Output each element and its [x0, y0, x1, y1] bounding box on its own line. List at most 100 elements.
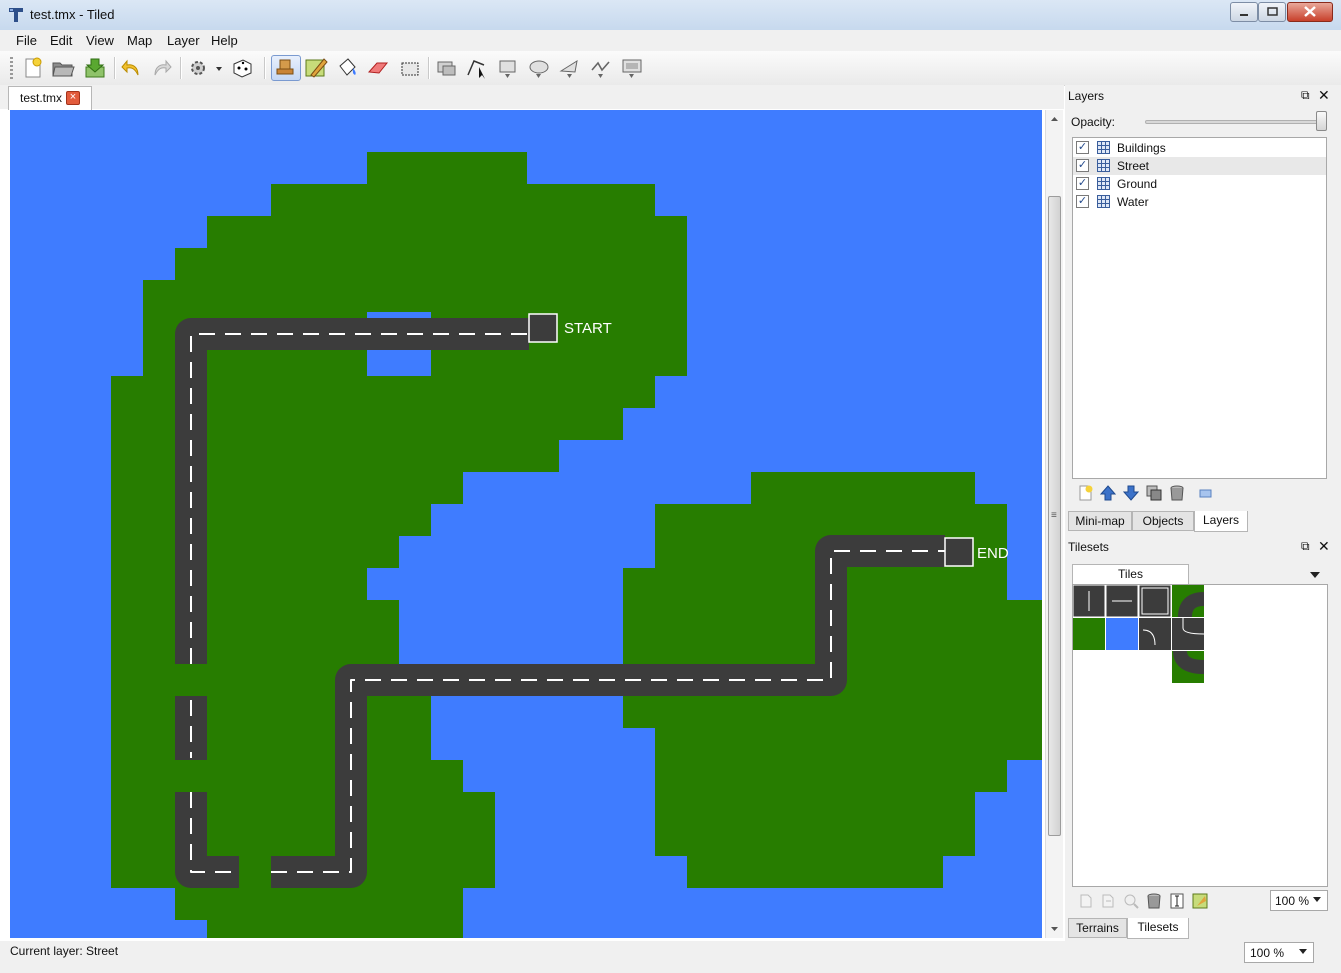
tab-objects[interactable]: Objects: [1132, 511, 1194, 531]
layer-list: ✓ Buildings ✓ Street ✓ Ground ✓ Water: [1072, 137, 1327, 479]
tile-layer-icon: [1097, 159, 1110, 172]
document-tab[interactable]: test.tmx ×: [8, 86, 92, 110]
toggle-other-layers-icon[interactable]: [1197, 484, 1215, 502]
edit-tileset-text-icon[interactable]: [1168, 892, 1186, 910]
rectangle-select-icon[interactable]: [397, 55, 423, 81]
tilesets-panel-title: Tilesets: [1068, 540, 1109, 554]
maximize-button[interactable]: [1258, 2, 1286, 22]
tab-tilesets[interactable]: Tilesets: [1127, 918, 1189, 939]
duplicate-layer-icon[interactable]: [1145, 484, 1163, 502]
map-canvas[interactable]: START END: [10, 110, 1042, 938]
tiled-app-icon: [8, 7, 24, 23]
map-zoom-value: 100 %: [1250, 946, 1285, 960]
splitter-handle[interactable]: ≡: [1051, 510, 1059, 521]
layer-name: Ground: [1117, 177, 1158, 191]
visibility-checkbox[interactable]: ✓: [1076, 195, 1089, 208]
tileset-zoom-value: 100 %: [1275, 894, 1310, 908]
layer-name: Street: [1117, 159, 1150, 173]
menu-edit[interactable]: Edit: [50, 33, 72, 48]
tileset-image-icon[interactable]: [1191, 892, 1209, 910]
visibility-checkbox[interactable]: ✓: [1076, 177, 1089, 190]
close-tab-icon[interactable]: ×: [66, 91, 80, 105]
menu-file[interactable]: File: [16, 33, 37, 48]
window-title: test.tmx - Tiled: [30, 7, 115, 22]
tileset-properties-icon[interactable]: [1122, 892, 1140, 910]
document-tab-label: test.tmx: [20, 91, 63, 105]
new-tileset-icon[interactable]: [1077, 892, 1095, 910]
undo-icon[interactable]: [119, 55, 145, 81]
bucket-fill-icon[interactable]: [334, 55, 360, 81]
document-tab-bar: [0, 85, 1064, 109]
close-panel-icon[interactable]: ✕: [1318, 87, 1330, 104]
start-label: START: [564, 320, 612, 337]
open-folder-icon[interactable]: [50, 55, 76, 81]
start-marker: [528, 313, 558, 343]
map-zoom-select[interactable]: 100 %: [1244, 942, 1314, 963]
float-panel-icon[interactable]: ⧉: [1301, 88, 1310, 103]
import-tileset-icon[interactable]: [1099, 892, 1117, 910]
minimize-button[interactable]: [1230, 2, 1258, 22]
tile-layer-icon: [1097, 195, 1110, 208]
visibility-checkbox[interactable]: ✓: [1076, 141, 1089, 154]
add-layer-icon[interactable]: [1077, 484, 1095, 502]
chevron-down-icon: [1299, 949, 1307, 954]
insert-polygon-icon[interactable]: [557, 55, 583, 81]
redo-icon[interactable]: [148, 55, 174, 81]
edit-polygons-icon[interactable]: [464, 55, 490, 81]
insert-rectangle-icon[interactable]: [495, 55, 521, 81]
menu-bar: File Edit View Map Layer Help: [0, 30, 1341, 51]
lower-layer-icon[interactable]: [1122, 484, 1140, 502]
insert-polyline-icon[interactable]: [588, 55, 614, 81]
map-vertical-scrollbar[interactable]: [1045, 110, 1063, 938]
remove-tileset-icon[interactable]: [1145, 892, 1163, 910]
toolbar-grip[interactable]: [10, 57, 13, 79]
end-label: END: [977, 545, 1009, 562]
opacity-label: Opacity:: [1071, 115, 1116, 129]
close-panel-icon[interactable]: ✕: [1318, 538, 1330, 555]
float-panel-icon[interactable]: ⧉: [1301, 539, 1310, 554]
opacity-slider-track[interactable]: [1145, 120, 1327, 124]
menu-view[interactable]: View: [86, 33, 114, 48]
menu-help[interactable]: Help: [211, 33, 238, 48]
layer-row-buildings[interactable]: ✓ Buildings: [1073, 139, 1326, 157]
map-view: START END: [111, 152, 1042, 938]
layer-name: Buildings: [1117, 141, 1166, 155]
new-map-icon[interactable]: [20, 55, 46, 81]
insert-ellipse-icon[interactable]: [526, 55, 552, 81]
current-layer-status: Current layer: Street: [10, 944, 119, 958]
tile-layer-icon: [1097, 141, 1110, 154]
layer-name: Water: [1117, 195, 1149, 209]
tile-layer-icon: [1097, 177, 1110, 190]
dice-icon[interactable]: [229, 55, 255, 81]
terrain-brush-icon[interactable]: [303, 55, 329, 81]
layer-row-water[interactable]: ✓ Water: [1073, 193, 1326, 211]
tab-layers[interactable]: Layers: [1194, 511, 1248, 532]
insert-tile-icon[interactable]: [619, 55, 645, 81]
tileset-grid[interactable]: [1073, 585, 1213, 685]
menu-map[interactable]: Map: [127, 33, 152, 48]
visibility-checkbox[interactable]: ✓: [1076, 159, 1089, 172]
tileset-tab-tiles[interactable]: Tiles: [1072, 564, 1189, 584]
eraser-icon[interactable]: [365, 55, 391, 81]
title-bar: [0, 0, 1341, 31]
raise-layer-icon[interactable]: [1099, 484, 1117, 502]
stamp-brush-icon[interactable]: [271, 55, 301, 81]
chevron-down-icon: [1313, 897, 1321, 902]
save-icon[interactable]: [82, 55, 108, 81]
chevron-down-icon[interactable]: [213, 55, 225, 81]
tileset-view[interactable]: [1072, 584, 1328, 887]
tileset-menu-chevron-icon[interactable]: [1308, 569, 1322, 579]
layer-row-ground[interactable]: ✓ Ground: [1073, 175, 1326, 193]
menu-layer[interactable]: Layer: [167, 33, 200, 48]
delete-layer-icon[interactable]: [1168, 484, 1186, 502]
end-marker: [944, 537, 974, 567]
status-bar: [0, 941, 1341, 973]
tileset-zoom-select[interactable]: 100 %: [1270, 890, 1328, 911]
opacity-slider-handle[interactable]: [1316, 111, 1327, 131]
random-mode-icon[interactable]: [186, 55, 212, 81]
close-window-button[interactable]: [1287, 2, 1333, 22]
tab-terrains[interactable]: Terrains: [1068, 918, 1127, 938]
select-objects-icon[interactable]: [434, 55, 460, 81]
layer-row-street[interactable]: ✓ Street: [1073, 157, 1326, 175]
tab-mini-map[interactable]: Mini-map: [1068, 511, 1132, 531]
